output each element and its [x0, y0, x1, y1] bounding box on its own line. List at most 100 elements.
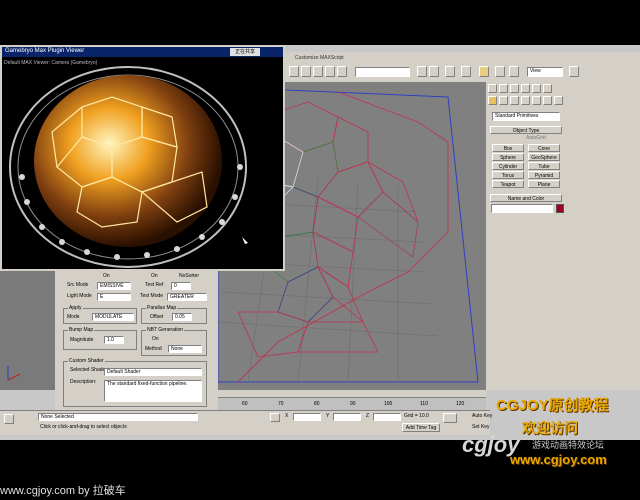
test-ref-input[interactable]: 0 — [171, 282, 191, 290]
mode-label: Mode — [67, 314, 80, 320]
custom-shader-group: Custom Shader Selected Shader: Default S… — [63, 358, 207, 407]
teapot-button[interactable]: Teapot — [492, 180, 524, 188]
cameras-icon[interactable] — [521, 96, 530, 105]
lock-selection-icon[interactable] — [270, 413, 280, 422]
time-slider[interactable]: 60 70 80 90 100 110 120 — [218, 390, 486, 410]
object-name-input[interactable] — [491, 204, 553, 213]
nbt-on-checkbox[interactable]: On — [152, 336, 159, 343]
torus-button[interactable]: Torus — [492, 171, 524, 179]
parallax-group: Parallax Map Offset 0.05 — [141, 305, 207, 324]
reference-coord-dropdown[interactable]: View — [527, 67, 563, 77]
spacewarps-icon[interactable] — [543, 96, 552, 105]
footer-credit: www.cgjoy.com by 拉破车 — [0, 485, 126, 497]
custom-shader-title: Custom Shader — [68, 358, 105, 365]
object-type-rollout[interactable]: Object Type — [490, 126, 562, 134]
mirror-icon[interactable] — [417, 66, 427, 77]
scale-tool-icon[interactable] — [325, 66, 335, 77]
hierarchy-tab-icon[interactable] — [510, 84, 519, 93]
autogrid-checkbox[interactable]: AutoGrid — [526, 135, 546, 142]
tube-button[interactable]: Tube — [528, 162, 560, 170]
selected-shader-dropdown[interactable]: Default Shader — [104, 368, 202, 376]
tick-label: 90 — [350, 401, 356, 407]
motion-tab-icon[interactable] — [521, 84, 530, 93]
plane-button[interactable]: Plane — [528, 180, 560, 188]
sphere-button[interactable]: Sphere — [492, 153, 524, 161]
mode-dropdown[interactable]: MODULATE — [92, 313, 134, 321]
test-mode-dropdown[interactable]: GREATER — [167, 293, 207, 301]
curve-editor-icon[interactable] — [461, 66, 471, 77]
method-label: Method — [145, 346, 162, 352]
move-tool-icon[interactable] — [301, 66, 311, 77]
category-dropdown[interactable]: Standard Primitives — [492, 112, 560, 121]
watermark-brand: CGJOY原创教程 — [496, 397, 609, 414]
systems-icon[interactable] — [554, 96, 563, 105]
method-dropdown[interactable]: None — [168, 345, 202, 353]
x-coord-input[interactable] — [293, 413, 321, 421]
align-icon[interactable] — [429, 66, 439, 77]
main-toolbar: Customize MAXScript View — [283, 52, 640, 82]
offset-input[interactable]: 0.05 — [172, 313, 192, 321]
command-panel-tabs — [488, 84, 568, 93]
name-color-rollout[interactable]: Name and Color — [490, 194, 562, 202]
plugin-viewer-title: Gamebryo Max Plugin Viewer — [5, 48, 85, 54]
key-icon[interactable] — [443, 413, 457, 423]
rotate-tool-icon[interactable] — [313, 66, 323, 77]
box-button[interactable]: Box — [492, 144, 524, 152]
src-mode-label: Src Mode — [67, 282, 89, 288]
left-viewport[interactable] — [0, 270, 55, 390]
plugin-viewer-window[interactable]: Gamebryo Max Plugin Viewer 正在共享 Default … — [0, 45, 285, 271]
named-selection-icon[interactable] — [337, 66, 347, 77]
tick-label: 80 — [314, 401, 320, 407]
create-category-icons — [488, 96, 564, 105]
render-setup-icon[interactable] — [495, 66, 505, 77]
helpers-icon[interactable] — [532, 96, 541, 105]
sharing-badge[interactable]: 正在共享 — [230, 48, 260, 56]
set-key-button[interactable]: Set Key — [472, 424, 490, 431]
alpha-on-checkbox[interactable]: On — [103, 273, 110, 280]
src-mode-dropdown[interactable]: EMISSIVE — [97, 282, 131, 290]
y-coord-input[interactable] — [333, 413, 361, 421]
test-on-checkbox[interactable]: On — [151, 273, 158, 280]
lights-icon[interactable] — [510, 96, 519, 105]
test-ref-label: Test Ref — [145, 282, 164, 288]
object-color-swatch[interactable] — [556, 204, 564, 213]
create-tab-icon[interactable] — [488, 84, 497, 93]
shader-properties-panel: On On NoSorter Src Mode EMISSIVE Test Re… — [55, 270, 218, 410]
left-timeline — [0, 392, 55, 410]
tick-label: 100 — [384, 401, 393, 407]
light-mode-label: Light Mode — [67, 293, 92, 299]
geosphere-button[interactable]: GeoSphere — [528, 153, 560, 161]
material-editor-icon[interactable] — [479, 66, 489, 77]
description-box: The standard fixed-function pipeline. — [104, 380, 202, 402]
layer-icon[interactable] — [445, 66, 455, 77]
display-tab-icon[interactable] — [532, 84, 541, 93]
test-mode-label: Test Mode — [140, 293, 164, 299]
auto-key-button[interactable]: Auto Key — [472, 413, 492, 420]
cylinder-button[interactable]: Cylinder — [492, 162, 524, 170]
nosorter-checkbox[interactable]: NoSorter — [179, 273, 199, 280]
cone-button[interactable]: Cone — [528, 144, 560, 152]
timeline-ticks: 60 70 80 90 100 110 120 — [218, 401, 486, 409]
geometry-icon[interactable] — [488, 96, 497, 105]
time-slider-track[interactable] — [218, 390, 486, 398]
select-tool-icon[interactable] — [289, 66, 299, 77]
maxscript-listener-icon[interactable] — [4, 414, 14, 424]
primitive-buttons: Box Cone Sphere GeoSphere Cylinder Tube … — [492, 144, 560, 190]
quick-render-icon[interactable] — [509, 66, 519, 77]
z-coord-input[interactable] — [373, 413, 401, 421]
menu-bar-text[interactable]: Customize MAXScript — [295, 55, 344, 62]
shapes-icon[interactable] — [499, 96, 508, 105]
selection-set-dropdown[interactable] — [355, 67, 410, 77]
selection-status: None Selected — [38, 413, 198, 421]
watermark-url: www.cgjoy.com — [510, 452, 607, 467]
pivot-icon[interactable] — [569, 66, 579, 77]
magnitude-input[interactable]: 1.0 — [104, 336, 124, 344]
add-time-tag-button[interactable]: Add Time Tag — [402, 423, 440, 432]
tick-label: 110 — [420, 401, 428, 407]
prompt-line: Click or click-and-drag to select object… — [40, 424, 127, 430]
utilities-tab-icon[interactable] — [543, 84, 552, 93]
modify-tab-icon[interactable] — [499, 84, 508, 93]
light-mode-dropdown[interactable]: E — [97, 293, 131, 301]
bump-map-title: Bump Map — [68, 327, 95, 334]
pyramid-button[interactable]: Pyramid — [528, 171, 560, 179]
